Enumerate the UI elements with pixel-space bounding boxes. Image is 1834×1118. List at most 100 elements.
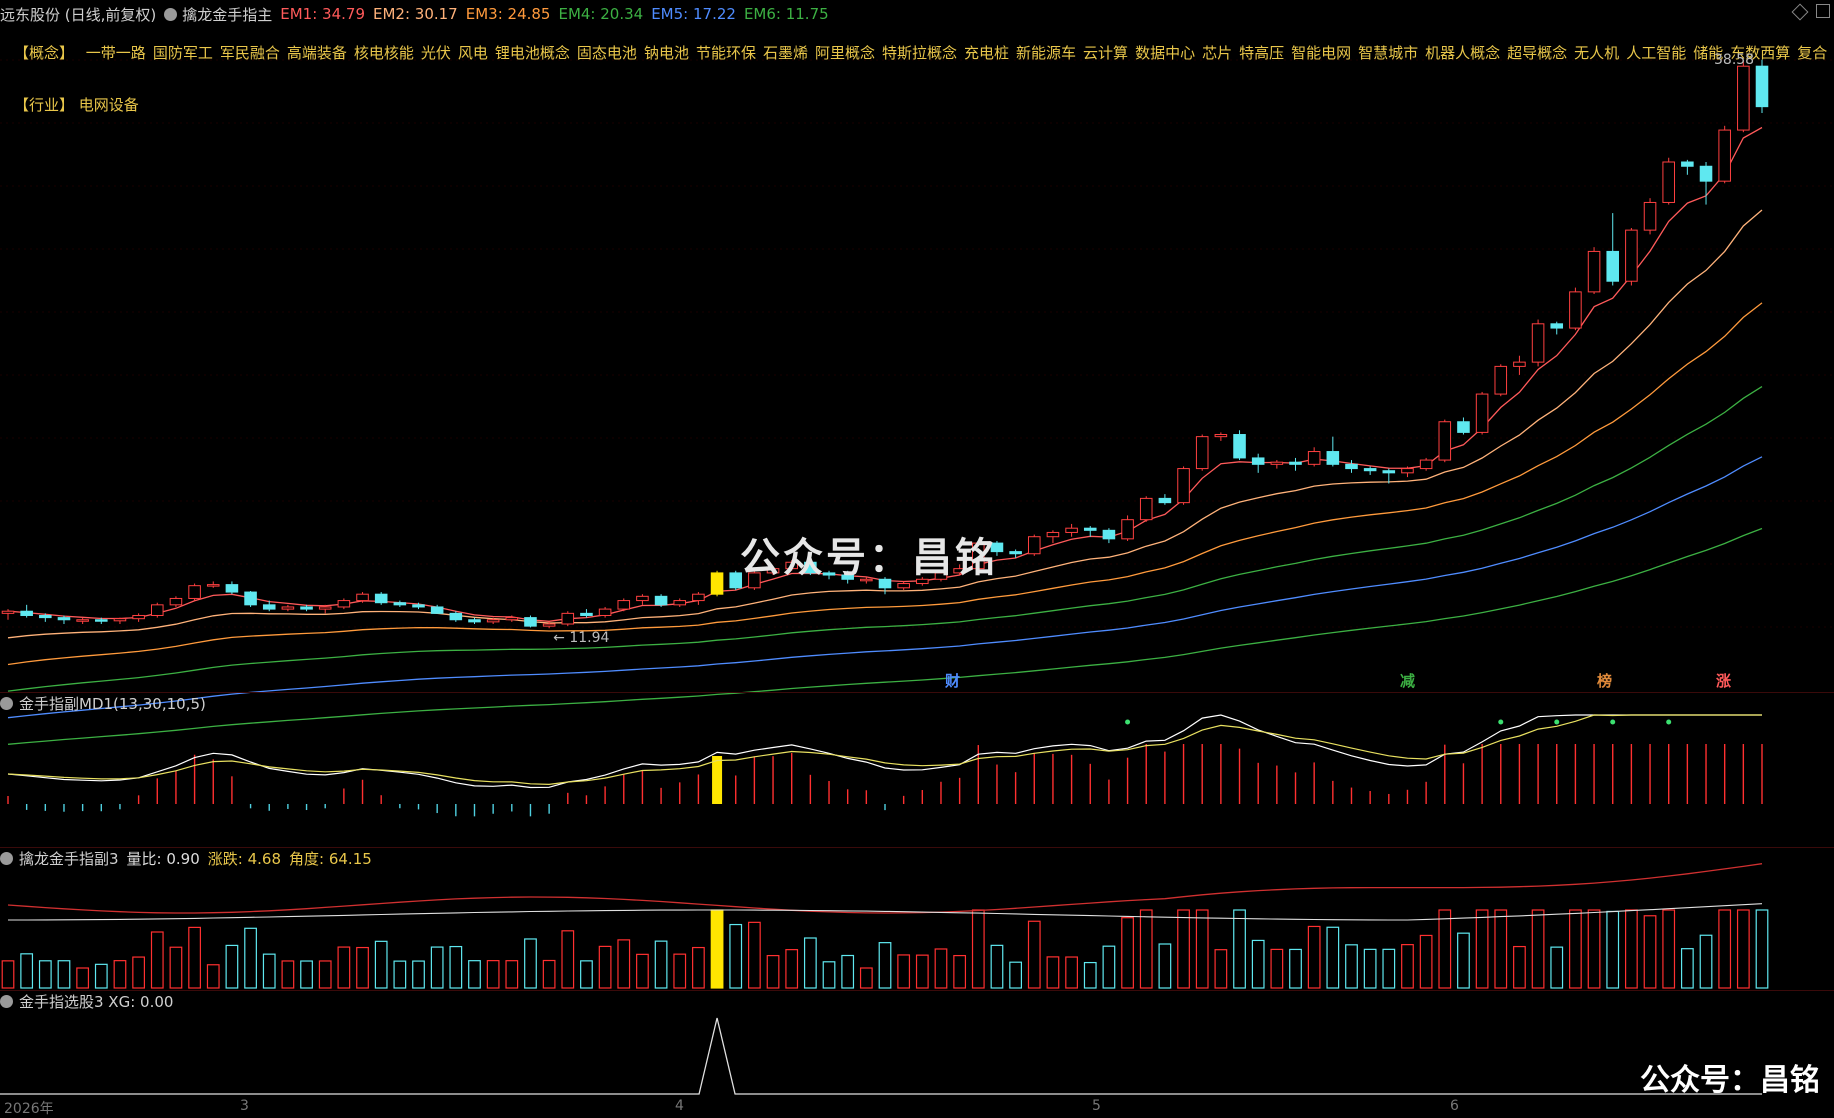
volume-bar — [1233, 909, 1246, 989]
candle-body — [1214, 434, 1228, 438]
candle-body — [150, 604, 164, 616]
volume-bar — [1475, 909, 1489, 989]
volume-bar — [841, 954, 855, 989]
volume-bar — [1046, 956, 1060, 989]
xaxis-tick-4: 4 — [675, 1098, 684, 1114]
event-marker-reduce[interactable]: 减 — [1400, 670, 1415, 691]
md1-label[interactable]: 金手指副MD1(13,30,10,5) — [19, 693, 206, 714]
volume-bar — [1662, 909, 1676, 989]
candle-body — [1046, 531, 1060, 538]
candle-body — [673, 600, 687, 606]
volume-bar — [1121, 917, 1134, 989]
volume-bar — [1587, 909, 1601, 989]
volume-bar — [1736, 909, 1750, 989]
volume-bar — [710, 909, 724, 989]
volume-bar — [1419, 934, 1433, 989]
md1-settings-icon[interactable] — [0, 697, 13, 710]
candle-body — [1065, 527, 1078, 533]
volume-bar — [1438, 909, 1452, 989]
candle-body — [449, 612, 463, 621]
candle-body — [580, 612, 593, 616]
volume-bar — [542, 959, 556, 989]
volume-bar — [76, 967, 90, 989]
md1-signal-bar — [712, 756, 723, 804]
md1-signal-dot — [1610, 719, 1616, 725]
volume-bar — [412, 960, 425, 989]
candle-body — [1699, 165, 1713, 182]
candle-body — [393, 602, 407, 606]
volume-bar — [766, 954, 780, 989]
candle-body — [1307, 451, 1321, 465]
candle-body — [1475, 393, 1489, 433]
candle-body — [225, 584, 239, 593]
volume-bar — [1401, 944, 1414, 989]
candle-body — [374, 593, 388, 604]
volume-bar — [132, 956, 146, 989]
candle-body — [1233, 434, 1246, 459]
xg-pane-title: 金手指选股3 XG: 0.00 — [0, 991, 173, 1012]
volume-bar — [1345, 944, 1358, 989]
volume-bar — [673, 953, 687, 989]
candle-body — [1625, 229, 1638, 282]
volume-bar — [822, 961, 836, 989]
candle-body — [206, 584, 220, 587]
volume-bar — [206, 964, 220, 989]
candle-body — [1009, 551, 1022, 555]
candle-body — [1550, 323, 1564, 329]
event-marker-limit-up[interactable]: 涨 — [1716, 670, 1731, 691]
volume-bar — [38, 960, 52, 989]
candle-body — [1251, 457, 1265, 465]
candle-body — [318, 606, 332, 610]
volume-bar — [971, 909, 985, 989]
pane-divider-3 — [0, 990, 1834, 991]
vol-name[interactable]: 擒龙金手指副3 — [19, 848, 119, 869]
candle-body — [1121, 519, 1134, 540]
event-marker-finance[interactable]: 财 — [945, 670, 960, 691]
volume-bar — [1718, 909, 1732, 989]
candle-body — [1419, 459, 1433, 470]
low-price-value: 11.94 — [569, 630, 610, 647]
candle-body — [430, 606, 444, 614]
event-marker-rank[interactable]: 榜 — [1597, 670, 1612, 691]
volume-bar — [94, 963, 108, 989]
pane-divider-1 — [0, 692, 1834, 693]
volume-bar — [486, 960, 500, 989]
candle-body — [169, 597, 183, 606]
volume-bar — [934, 948, 948, 989]
candle-body — [1718, 129, 1731, 182]
xaxis-tick-3: 3 — [240, 1098, 249, 1114]
volume-bar — [1643, 915, 1657, 989]
volume-bar — [1680, 948, 1694, 989]
volume-bar — [113, 960, 127, 989]
volume-bar — [654, 940, 668, 989]
volume-bar — [1550, 946, 1564, 989]
volume-bar — [449, 945, 463, 989]
volume-bar — [1102, 945, 1116, 989]
watermark-corner: 公众号：昌铭 — [1640, 1063, 1820, 1098]
candle-body — [1643, 201, 1657, 231]
volume-bar — [1624, 909, 1638, 989]
volume-bar — [878, 942, 892, 989]
candle-body — [524, 617, 537, 627]
xg-label[interactable]: 金手指选股3 XG: 0.00 — [19, 991, 173, 1012]
candle-body — [57, 617, 71, 621]
candle-body — [132, 614, 145, 620]
volume-bar — [430, 946, 444, 989]
candle-body — [1345, 463, 1358, 470]
candle-body — [95, 619, 108, 622]
xg-settings-icon[interactable] — [0, 995, 13, 1008]
volume-bar — [1158, 943, 1172, 989]
vol-change: 涨跌: 4.68 — [207, 850, 282, 868]
candle-body — [486, 619, 500, 623]
candle-body — [710, 572, 724, 595]
volume-bar — [1569, 909, 1582, 989]
volume-bar — [393, 960, 407, 989]
volume-bar — [244, 927, 257, 989]
candle-body — [1438, 421, 1452, 461]
watermark-center: 公众号：昌铭 — [740, 535, 998, 581]
volume-bar — [262, 953, 276, 989]
md1-line-fast — [7, 714, 1762, 789]
vol-settings-icon[interactable] — [0, 852, 13, 865]
volume-bar — [803, 937, 817, 989]
candle-body — [1158, 497, 1172, 504]
